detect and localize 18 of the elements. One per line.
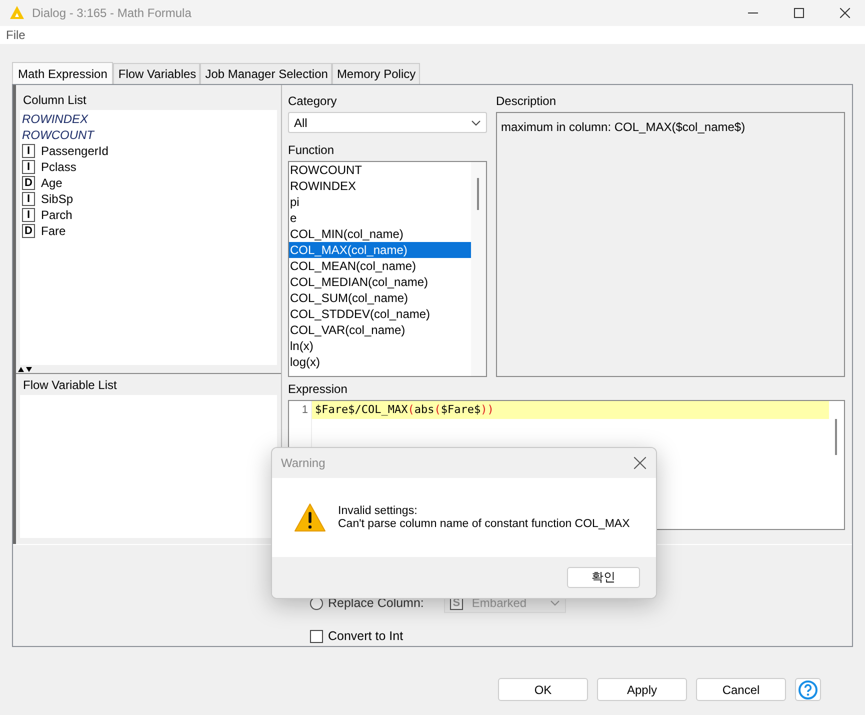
type-badge: I [22, 192, 35, 206]
warning-heading: Invalid settings: [338, 504, 418, 518]
field-label: Category [288, 93, 338, 110]
dialog-title: Warning [281, 456, 326, 470]
type-badge: I [22, 208, 35, 222]
field-label: Description [496, 93, 558, 110]
type-badge: D [22, 176, 35, 190]
section-title: Column List [22, 92, 88, 109]
type-badge: I [22, 144, 35, 158]
type-badge: D [22, 224, 35, 238]
description-text: maximum in column: COL_MAX($col_name$) [501, 120, 746, 134]
warning-message: Can't parse column name of constant function COL_MAX [338, 518, 630, 530]
window-title: Dialog - 3:165 - Math Formula [32, 6, 192, 20]
type-badge: I [22, 160, 35, 174]
field-label: Function [288, 142, 336, 159]
line-number: 1 [302, 403, 308, 418]
field-label: Expression [288, 381, 348, 398]
section-title: Flow Variable List [22, 377, 118, 394]
